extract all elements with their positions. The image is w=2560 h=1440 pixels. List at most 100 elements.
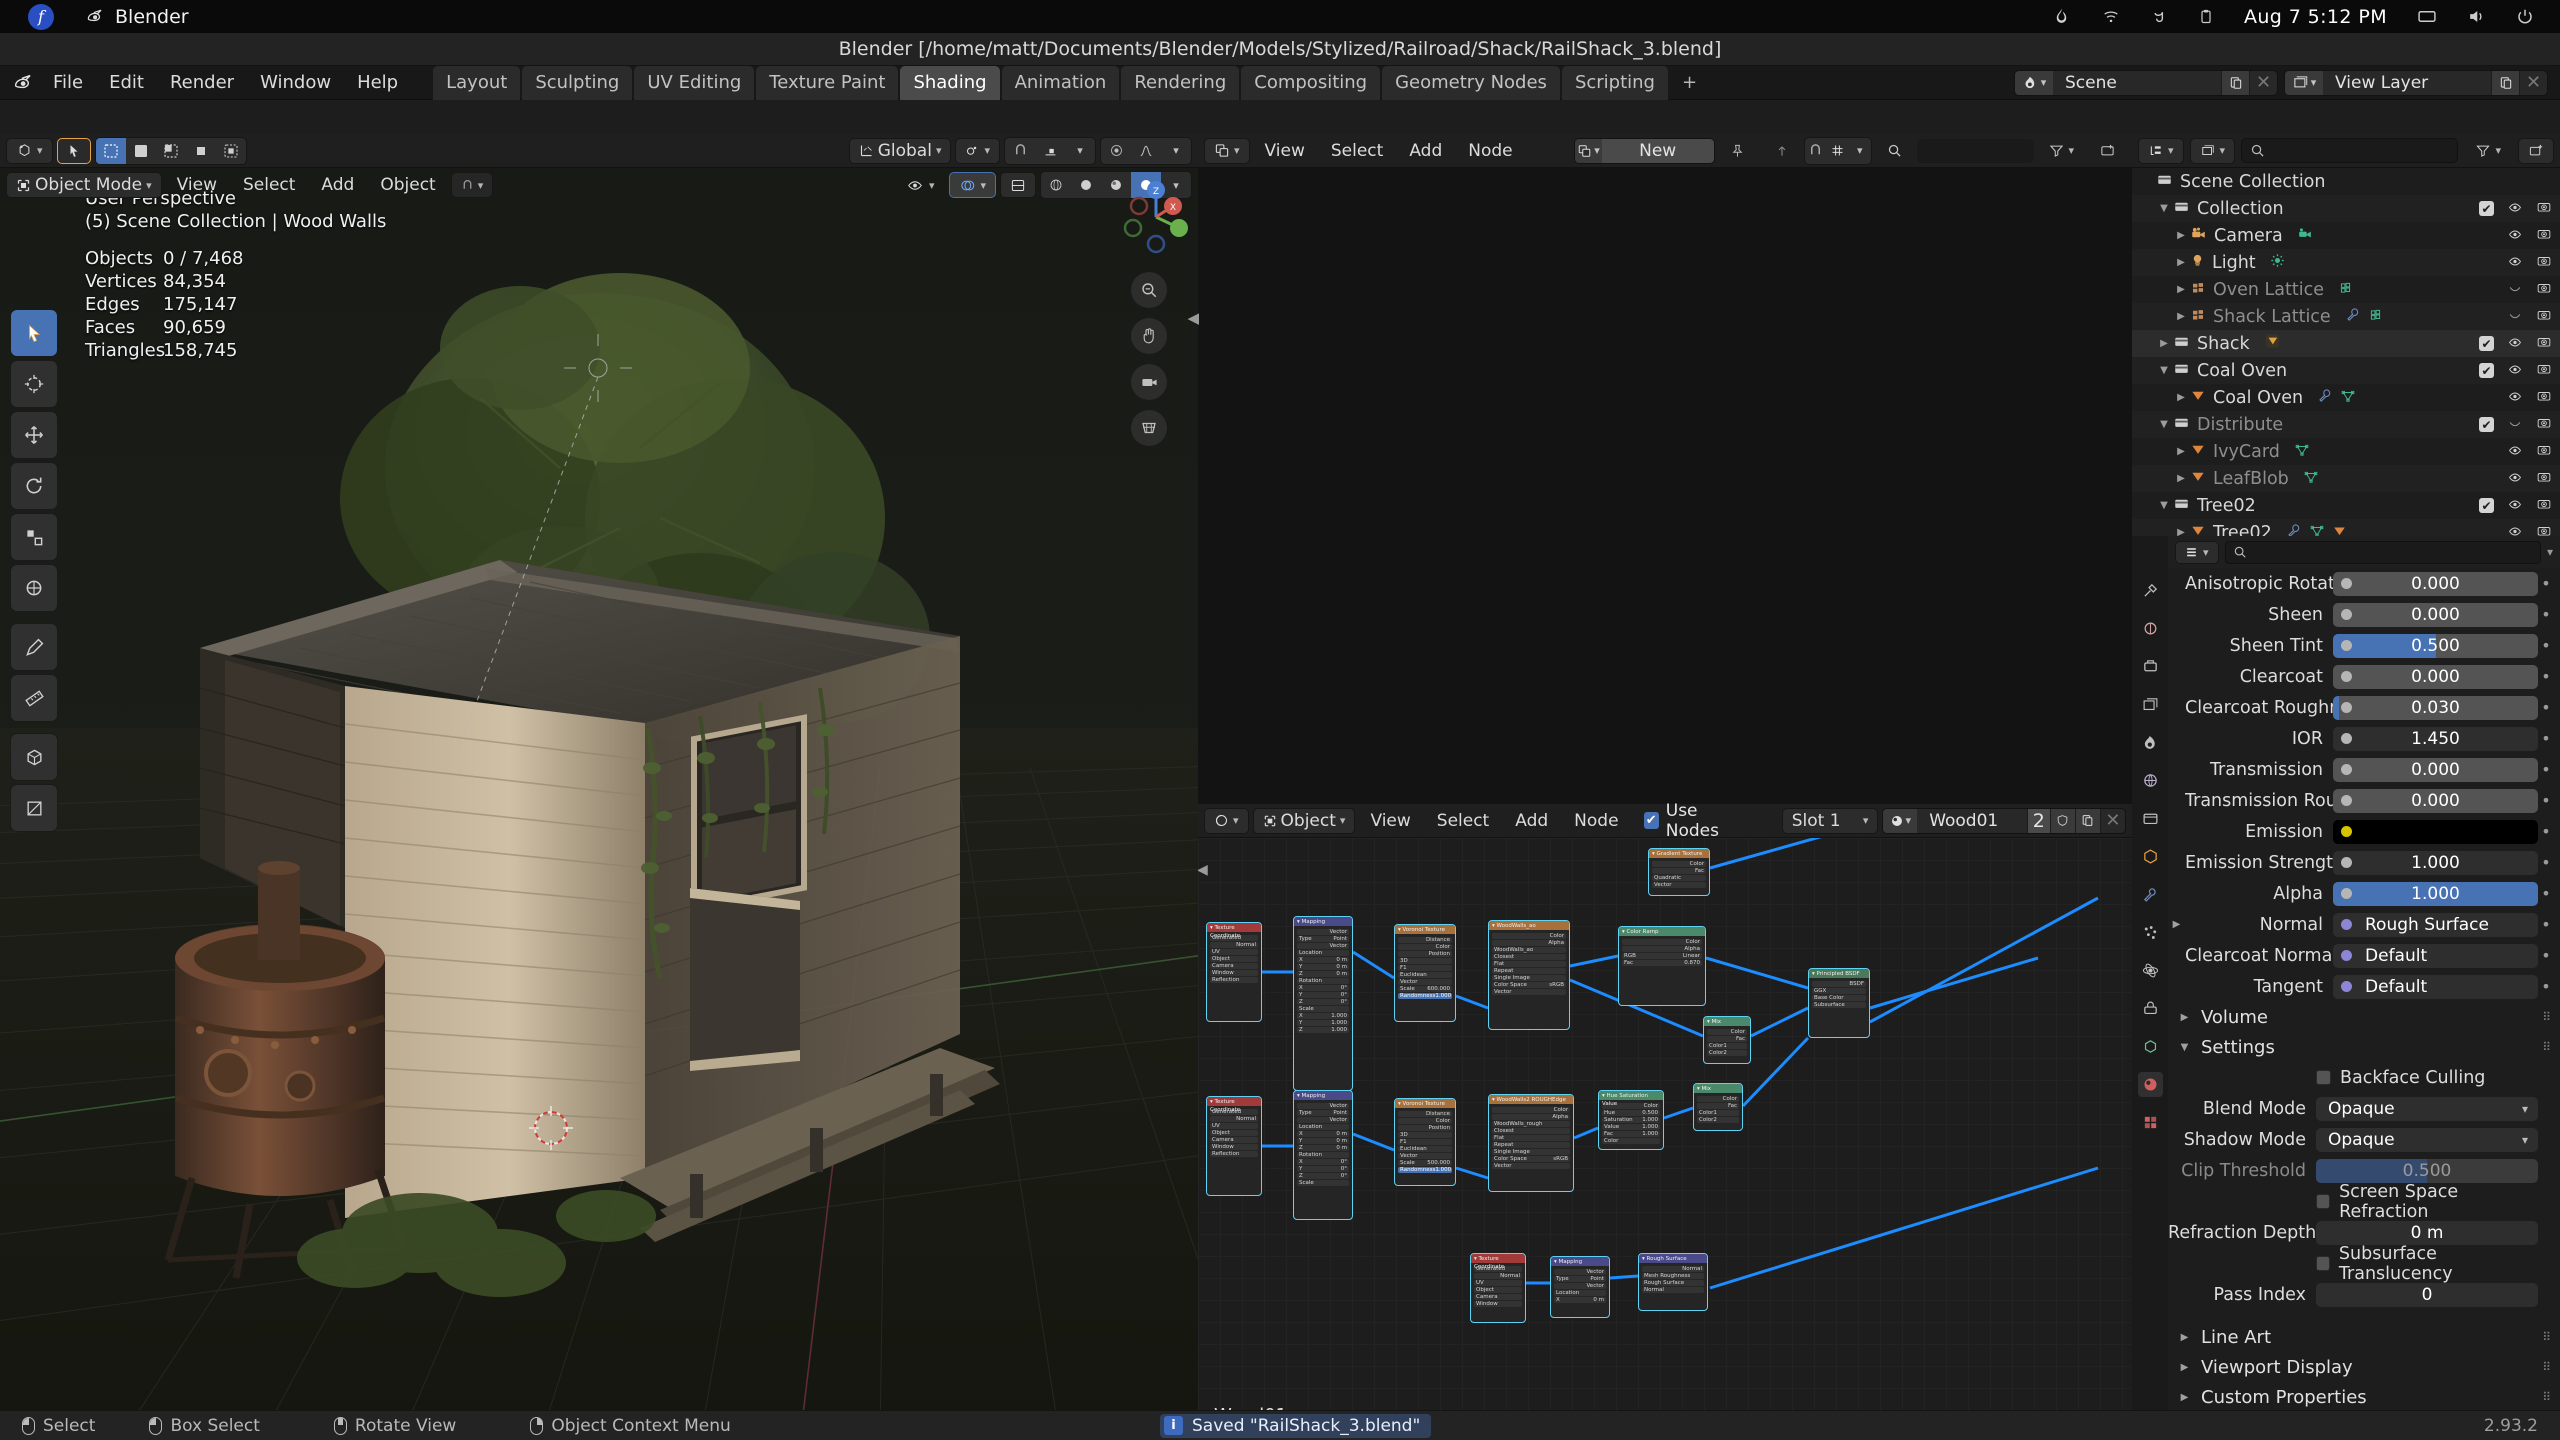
node-row[interactable]: Rotation [1297,978,1349,984]
chevron-down-icon[interactable]: ▾ [980,179,986,192]
image-data-icon[interactable]: ▾ [1575,138,1602,163]
image-filter-icon[interactable]: ▾ [2038,138,2085,164]
node-row[interactable]: Color [1398,1118,1452,1124]
editor-type-selector[interactable]: ▾ [1204,137,1250,164]
node-row[interactable]: Vector [1297,1117,1349,1123]
properties-search-input[interactable] [2224,540,2541,564]
outliner-row-coal-oven[interactable]: ▼ Coal Oven ✔ [2132,357,2560,384]
chevron-down-icon[interactable]: ▾ [146,179,152,192]
node-row[interactable]: Color [1398,944,1452,950]
viewport-sidebar-toggle[interactable]: ◀ [1187,309,1199,327]
prop-animate-dot[interactable]: • [2538,853,2554,872]
node-row[interactable]: RGB Linear [1622,953,1702,959]
eye-open-icon[interactable] [2507,469,2523,489]
prop-animate-dot[interactable]: • [2538,636,2554,655]
chevron-down-icon[interactable]: ▾ [1065,138,1095,164]
bluetooth-icon[interactable] [2151,7,2168,26]
prop-animate-dot[interactable]: • [2538,605,2554,624]
node-row[interactable]: Flat [1492,1135,1570,1141]
node-row[interactable]: Camera [1210,1137,1258,1143]
mesh-stack-icon[interactable] [2264,333,2281,354]
blender-logo-icon[interactable] [6,66,40,99]
image-editor-canvas[interactable] [1198,168,2132,804]
tab-scripting[interactable]: Scripting [1561,65,1668,100]
chevron-down-icon[interactable]: ▾ [2220,144,2226,157]
falloff-curve-selector[interactable] [1131,138,1161,164]
outliner-filter-icon[interactable]: ▾ [2464,138,2512,164]
scene-name[interactable]: Scene [2053,71,2221,95]
tool-icon[interactable] [2138,578,2163,603]
status-report[interactable]: i Saved "RailShack_3.blend" [1160,1413,1432,1438]
node-row[interactable]: Color [1492,933,1566,939]
outliner-row-scene-collection[interactable]: Scene Collection [2132,168,2560,195]
chevron-down-icon[interactable]: ▾ [478,179,484,192]
prop-field-sheen[interactable]: 0.000 [2333,602,2538,627]
chevron-down-icon[interactable]: ▾ [1594,144,1600,157]
node-row[interactable]: F1 [1398,1139,1452,1145]
outliner-row-shack-lattice[interactable]: ▶ Shack Lattice [2132,303,2560,330]
tool-transform-button[interactable] [10,564,58,612]
eye-open-icon[interactable] [2507,199,2523,219]
shader-node-mapping[interactable]: ▾ Mapping Vector Type Point Vector Location X 0… [1550,1256,1610,1318]
object-icon[interactable] [2138,844,2163,869]
expand-triangle-icon[interactable]: ▶ [2172,311,2190,322]
prop-field-clearcoat[interactable]: 0.000 [2333,664,2538,689]
shader-type-selector[interactable]: Object ▾ [1252,807,1356,834]
node-row[interactable]: Euclidean [1398,972,1452,978]
render-visibility-icon[interactable] [2536,469,2552,489]
outliner-search-input[interactable] [2241,138,2459,163]
node-row[interactable]: BSDF [1812,981,1866,987]
shader-node-mapping[interactable]: ▾ Mapping Vector Type Point Vector Location X 0… [1293,916,1353,1091]
material-users-count[interactable]: 2 [2026,808,2050,833]
prop-animate-dot[interactable]: • [2538,946,2554,965]
sun-light-icon[interactable] [2270,253,2285,273]
output-icon[interactable] [2138,654,2163,679]
view-layer-icon[interactable] [2138,692,2163,717]
clipboard-icon[interactable] [2198,7,2214,26]
render-visibility-icon[interactable] [2536,280,2552,300]
render-visibility-icon[interactable] [2536,388,2552,408]
image-new-collection-icon[interactable] [2089,138,2126,164]
unlink-material-button[interactable]: ✕ [2099,808,2125,833]
new-view-layer-button[interactable] [2491,70,2519,95]
constraints-icon[interactable] [2138,996,2163,1021]
interaction-mode-selector[interactable]: Object Mode ▾ [6,172,162,198]
node-row[interactable]: X 0° [1297,985,1349,991]
node-row[interactable]: Normal [1474,1273,1522,1279]
new-material-button[interactable] [2074,808,2100,833]
world-icon[interactable] [2138,768,2163,793]
prop-animate-dot[interactable]: • [2538,822,2554,841]
node-row[interactable]: Z 0° [1297,1173,1349,1179]
chevron-down-icon[interactable]: ▾ [2068,144,2074,157]
image-menu-add[interactable]: Add [1398,138,1453,164]
section-custom-properties[interactable]: ▶ Custom Properties ⠿ [2168,1382,2560,1412]
node-row[interactable]: Window [1210,970,1258,976]
eye-closed-icon[interactable] [2507,307,2523,327]
node-row[interactable]: Color2 [1707,1050,1747,1056]
node-row[interactable]: Position [1398,951,1452,957]
viewport-canvas[interactable] [0,168,1198,1440]
eye-closed-icon[interactable] [2507,280,2523,300]
node-row[interactable]: Repeat [1492,968,1566,974]
node-row[interactable]: Color1 [1707,1043,1747,1049]
node-row[interactable]: Z0 m [1297,971,1349,977]
eye-open-icon[interactable] [2507,334,2523,354]
expand-triangle-icon[interactable]: ▼ [2176,1042,2193,1053]
node-row[interactable]: Z 1.000 [1297,1027,1349,1033]
node-row[interactable]: Single Image [1492,1149,1570,1155]
node-row[interactable]: Camera [1474,1294,1522,1300]
refraction-depth-field[interactable]: 0 m [2316,1220,2538,1245]
node-row[interactable]: Reflection [1210,1151,1258,1157]
node-row[interactable]: GGX [1812,988,1866,994]
outliner-row-shack[interactable]: ▶ Shack ✔ [2132,330,2560,357]
clip-threshold-slider[interactable]: 0.500 [2316,1158,2538,1183]
use-nodes-toggle[interactable]: ✔ Use Nodes [1643,801,1747,841]
expand-triangle-icon[interactable]: ▶ [2155,338,2173,349]
prop-animate-dot[interactable]: • [2538,574,2554,593]
expand-triangle-icon[interactable]: ▶ [2176,1012,2193,1023]
prop-animate-dot[interactable]: • [2538,698,2554,717]
zoom-icon[interactable] [1131,272,1167,308]
node-row[interactable]: Vector [1652,882,1706,888]
node-row[interactable]: Hue 0.500 [1602,1110,1660,1116]
section-line-art[interactable]: ▶ Line Art ⠿ [2168,1322,2560,1352]
